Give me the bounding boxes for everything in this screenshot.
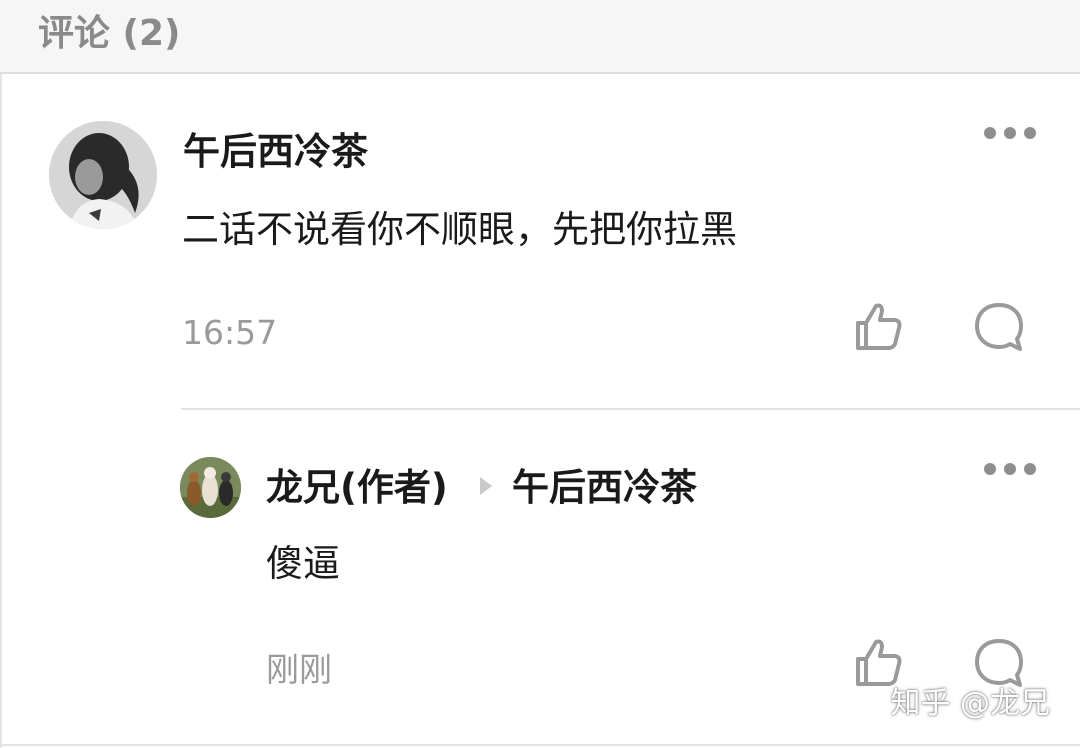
speech-bubble-icon [975,303,1023,351]
more-dot [1004,463,1016,475]
comment-reply-button[interactable] [971,299,1027,355]
more-dots-icon [984,463,996,475]
watermark: 知乎 @龙兄 [890,686,1050,721]
reply-avatar[interactable] [180,457,241,518]
reply-to-arrow-icon [480,477,492,495]
comment-text: 二话不说看你不顺眼，先把你拉黑 [182,208,737,251]
avatar-image [49,121,157,229]
more-dot [1024,463,1036,475]
reply-to-username[interactable]: 午后西冷茶 [512,466,697,510]
reply-more-button[interactable] [984,457,1036,481]
left-border [0,74,2,748]
comment-avatar[interactable] [49,121,157,229]
comment-more-button[interactable] [984,121,1036,145]
reply-username[interactable]: 龙兄(作者) [266,466,448,510]
avatar-image [180,457,241,518]
bottom-divider [0,744,1080,746]
reply-reply-button[interactable] [971,635,1027,691]
reply-timestamp: 刚刚 [266,650,332,689]
more-dots-icon [984,127,996,139]
thumbs-up-icon [856,639,902,686]
more-dot [1004,127,1016,139]
reply-text: 傻逼 [266,542,340,585]
comments-count-title: 评论 (2) [38,13,181,54]
more-dot [1024,127,1036,139]
comment-timestamp: 16:57 [182,313,278,352]
reply-like-button[interactable] [851,635,907,691]
comment-username[interactable]: 午后西冷茶 [183,130,368,174]
comments-header: 评论 (2) [0,0,1080,74]
speech-bubble-icon [975,639,1023,687]
comment-divider [181,408,1080,410]
thumbs-up-icon [856,303,902,350]
comment-like-button[interactable] [851,299,907,355]
